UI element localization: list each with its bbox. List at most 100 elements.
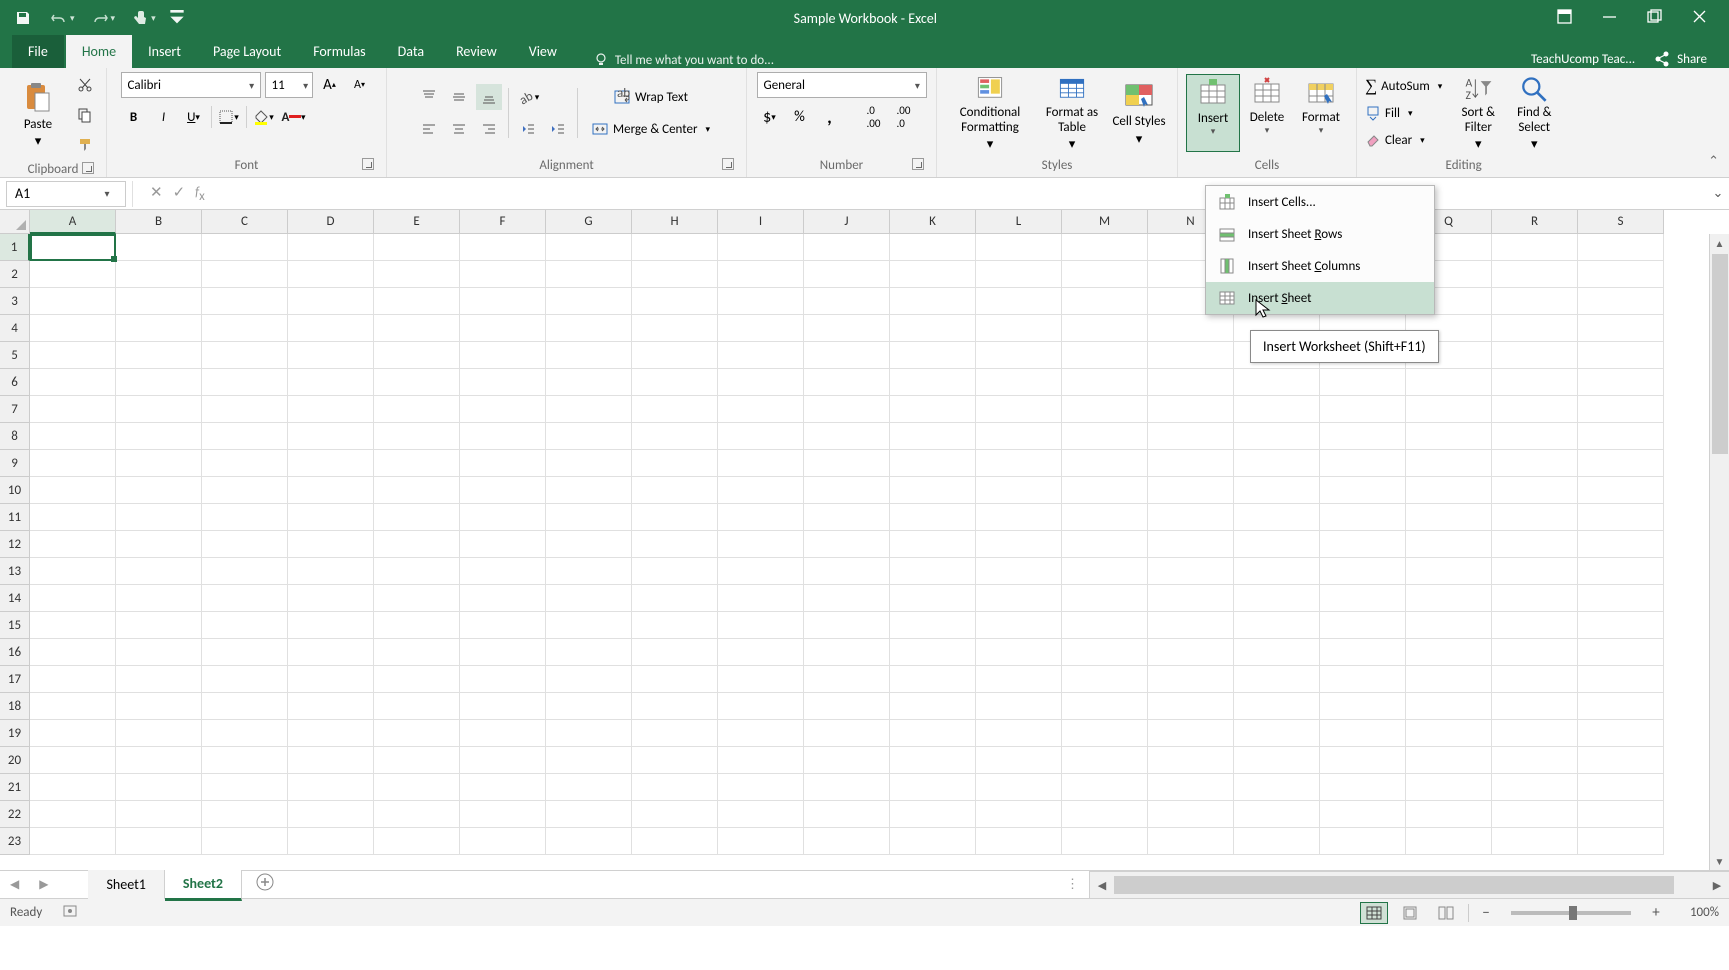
cell[interactable] (1234, 612, 1320, 639)
cell[interactable] (632, 531, 718, 558)
cell[interactable] (1148, 504, 1234, 531)
cell[interactable] (718, 288, 804, 315)
cell-styles-button[interactable]: Cell Styles▾ (1109, 74, 1169, 152)
cell[interactable] (1406, 423, 1492, 450)
scroll-left-icon[interactable]: ◀ (1090, 879, 1114, 892)
cell[interactable] (976, 585, 1062, 612)
cell[interactable] (804, 828, 890, 855)
cell[interactable] (546, 585, 632, 612)
cell[interactable] (374, 666, 460, 693)
cell[interactable] (460, 261, 546, 288)
cell[interactable] (890, 234, 976, 261)
cell[interactable] (1062, 612, 1148, 639)
cell[interactable] (288, 774, 374, 801)
cell[interactable] (1320, 612, 1406, 639)
cell[interactable] (288, 585, 374, 612)
cell[interactable] (546, 450, 632, 477)
cell[interactable] (202, 585, 288, 612)
cell[interactable] (718, 585, 804, 612)
row-header[interactable]: 6 (0, 369, 30, 396)
cell[interactable] (632, 288, 718, 315)
cell[interactable] (1148, 801, 1234, 828)
cell[interactable] (976, 720, 1062, 747)
cell[interactable] (632, 450, 718, 477)
cell[interactable] (30, 747, 116, 774)
cell[interactable] (1492, 801, 1578, 828)
cell[interactable] (1492, 504, 1578, 531)
cell[interactable] (1234, 396, 1320, 423)
cell[interactable] (1320, 585, 1406, 612)
cell[interactable] (116, 828, 202, 855)
ribbon-display-icon[interactable] (1553, 5, 1576, 32)
tab-formulas[interactable]: Formulas (297, 35, 381, 68)
zoom-level[interactable]: 100% (1673, 905, 1719, 920)
column-header[interactable]: M (1062, 210, 1148, 234)
cell[interactable] (1578, 558, 1664, 585)
cell[interactable] (1320, 747, 1406, 774)
row-header[interactable]: 13 (0, 558, 30, 585)
column-header[interactable]: J (804, 210, 890, 234)
sheet-nav-next[interactable]: ▶ (29, 877, 58, 892)
cell[interactable] (460, 396, 546, 423)
font-size-combo[interactable]: ▾ (265, 72, 313, 98)
row-header[interactable]: 23 (0, 828, 30, 855)
horizontal-scrollbar[interactable]: ◀ ▶ (1089, 871, 1729, 898)
cell[interactable] (116, 720, 202, 747)
cell[interactable] (460, 234, 546, 261)
cell[interactable] (976, 315, 1062, 342)
clear-button[interactable]: Clear▾ (1365, 128, 1442, 152)
cell[interactable] (632, 828, 718, 855)
cell[interactable] (1234, 774, 1320, 801)
cell[interactable] (890, 450, 976, 477)
cell[interactable] (1578, 234, 1664, 261)
cell[interactable] (30, 477, 116, 504)
find-select-button[interactable]: Find & Select▾ (1506, 74, 1562, 152)
cell[interactable] (632, 585, 718, 612)
cell[interactable] (804, 774, 890, 801)
fill-color-button[interactable]: ▾ (251, 104, 277, 130)
cut-button[interactable] (72, 72, 98, 98)
cell[interactable] (202, 423, 288, 450)
cell[interactable] (804, 342, 890, 369)
cell[interactable] (890, 288, 976, 315)
cell[interactable] (1406, 828, 1492, 855)
cell[interactable] (1148, 369, 1234, 396)
cell[interactable] (202, 315, 288, 342)
cell[interactable] (1062, 774, 1148, 801)
align-right-button[interactable] (476, 116, 502, 142)
decrease-decimal-button[interactable]: .00.0 (891, 104, 917, 130)
cell[interactable] (1578, 396, 1664, 423)
row-header[interactable]: 7 (0, 396, 30, 423)
cell[interactable] (1492, 342, 1578, 369)
cell[interactable] (1320, 720, 1406, 747)
cell[interactable] (632, 504, 718, 531)
cell[interactable] (546, 315, 632, 342)
sort-filter-button[interactable]: AZ Sort & Filter▾ (1450, 74, 1506, 152)
cell[interactable] (374, 423, 460, 450)
cell[interactable] (1148, 774, 1234, 801)
cell[interactable] (1148, 639, 1234, 666)
cell[interactable] (288, 450, 374, 477)
cell[interactable] (1406, 639, 1492, 666)
cell[interactable] (890, 261, 976, 288)
cell[interactable] (288, 477, 374, 504)
cell[interactable] (1578, 828, 1664, 855)
cell[interactable] (1320, 450, 1406, 477)
cell[interactable] (374, 612, 460, 639)
sheet-nav-prev[interactable]: ◀ (0, 877, 29, 892)
cell[interactable] (804, 801, 890, 828)
macro-record-icon[interactable] (62, 903, 78, 923)
cell[interactable] (546, 396, 632, 423)
row-header[interactable]: 10 (0, 477, 30, 504)
cell[interactable] (718, 342, 804, 369)
cell[interactable] (1062, 396, 1148, 423)
cell[interactable] (1062, 558, 1148, 585)
cell[interactable] (1062, 639, 1148, 666)
cell[interactable] (976, 612, 1062, 639)
cell[interactable] (632, 747, 718, 774)
alignment-launcher[interactable] (722, 158, 734, 170)
cell[interactable] (976, 342, 1062, 369)
cell[interactable] (890, 396, 976, 423)
sheet-tab-2[interactable]: Sheet2 (165, 869, 242, 901)
number-format-combo[interactable]: ▾ (757, 72, 927, 98)
